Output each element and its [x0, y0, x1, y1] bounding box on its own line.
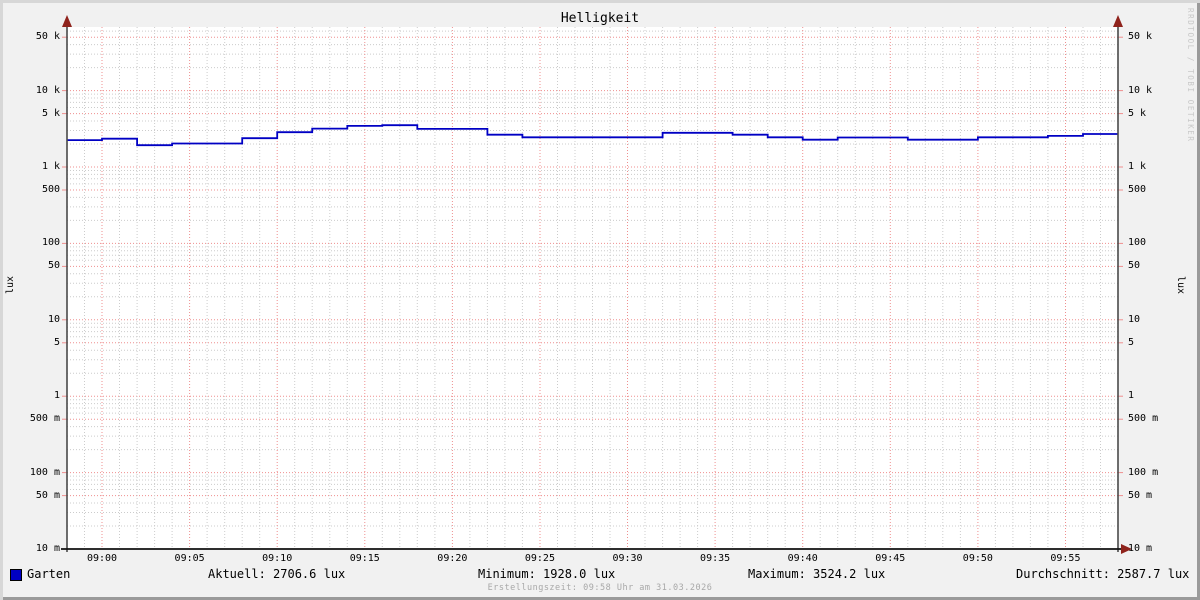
y-axis-label-left: 1 k	[41, 161, 60, 172]
y-axis-label-right: 5 k	[1128, 107, 1147, 119]
y-axis-label-right: 5	[1128, 336, 1135, 348]
y-axis-label-left: 50 m	[35, 489, 60, 501]
y-axis-label-right: 10 k	[1128, 84, 1153, 96]
y-axis-label-left: 5	[53, 336, 60, 348]
y-axis-label-left: 500 m	[29, 413, 60, 425]
y-axis-label-right: 500	[1128, 183, 1147, 195]
y-axis-label-right: 100	[1128, 237, 1147, 249]
creation-time: Erstellungszeit: 09:58 Uhr am 31.03.2026	[487, 583, 713, 593]
rrdtool-graph: Helligkeit RRDTOOL / TOBI OETIKER lux lu…	[0, 0, 1200, 600]
y-axis-label-right: 50 m	[1128, 489, 1153, 501]
x-axis-label: 09:30	[612, 553, 643, 564]
y-axis-label-right: 500 m	[1128, 413, 1159, 425]
x-axis-label: 09:50	[962, 553, 993, 564]
y-axis-label-right: 10 m	[1128, 543, 1153, 554]
chart-title: Helligkeit	[560, 11, 640, 26]
x-axis-label: 09:05	[174, 553, 205, 564]
y-axis-label-left: 10 k	[35, 84, 60, 96]
stat-maximum: Maximum: 3524.2 lux	[748, 567, 886, 581]
x-axis-label: 09:00	[86, 553, 118, 564]
y-axis-label-left: 10 m	[35, 543, 60, 554]
x-axis-label: 09:15	[349, 553, 380, 564]
x-axis-label: 09:25	[524, 553, 555, 564]
x-axis-label: 09:20	[437, 553, 468, 564]
stat-durchschnitt: Durchschnitt: 2587.7 lux	[1016, 567, 1190, 581]
x-axis-label: 09:10	[262, 553, 293, 564]
y-axis-label-right: 10	[1128, 313, 1141, 325]
y-axis-label-right: 50	[1128, 260, 1141, 272]
y-axis-label-right: 100 m	[1128, 466, 1159, 478]
y-axis-label-left: 50	[47, 260, 60, 272]
y-axis-label-right: 1 k	[1128, 161, 1147, 172]
x-axis-label: 09:45	[875, 553, 906, 564]
x-axis-label: 09:55	[1050, 553, 1081, 564]
y-axis-label-left: 10	[47, 313, 60, 325]
stat-minimum: Minimum: 1928.0 lux	[478, 567, 616, 581]
series-color-swatch	[10, 569, 22, 581]
x-axis-label: 09:40	[787, 553, 818, 564]
x-axis-label: 09:35	[700, 553, 731, 564]
stat-aktuell: Aktuell: 2706.6 lux	[208, 567, 346, 581]
y-axis-label-left: 50 k	[35, 31, 60, 43]
y-axis-label-left: 1	[53, 390, 60, 402]
y-axis-label-left: 5 k	[41, 107, 60, 119]
y-axis-label-left: 100 m	[29, 466, 60, 478]
y-axis-label-right: 1	[1128, 390, 1135, 402]
plot-area	[61, 15, 1132, 554]
y-axis-label-right: 50 k	[1128, 31, 1153, 43]
y-axis-label-left: 500	[41, 183, 60, 195]
y-axis-label-left: 100	[41, 237, 60, 249]
series-label: Garten	[27, 567, 71, 581]
rrdtool-watermark: RRDTOOL / TOBI OETIKER	[1186, 8, 1195, 143]
